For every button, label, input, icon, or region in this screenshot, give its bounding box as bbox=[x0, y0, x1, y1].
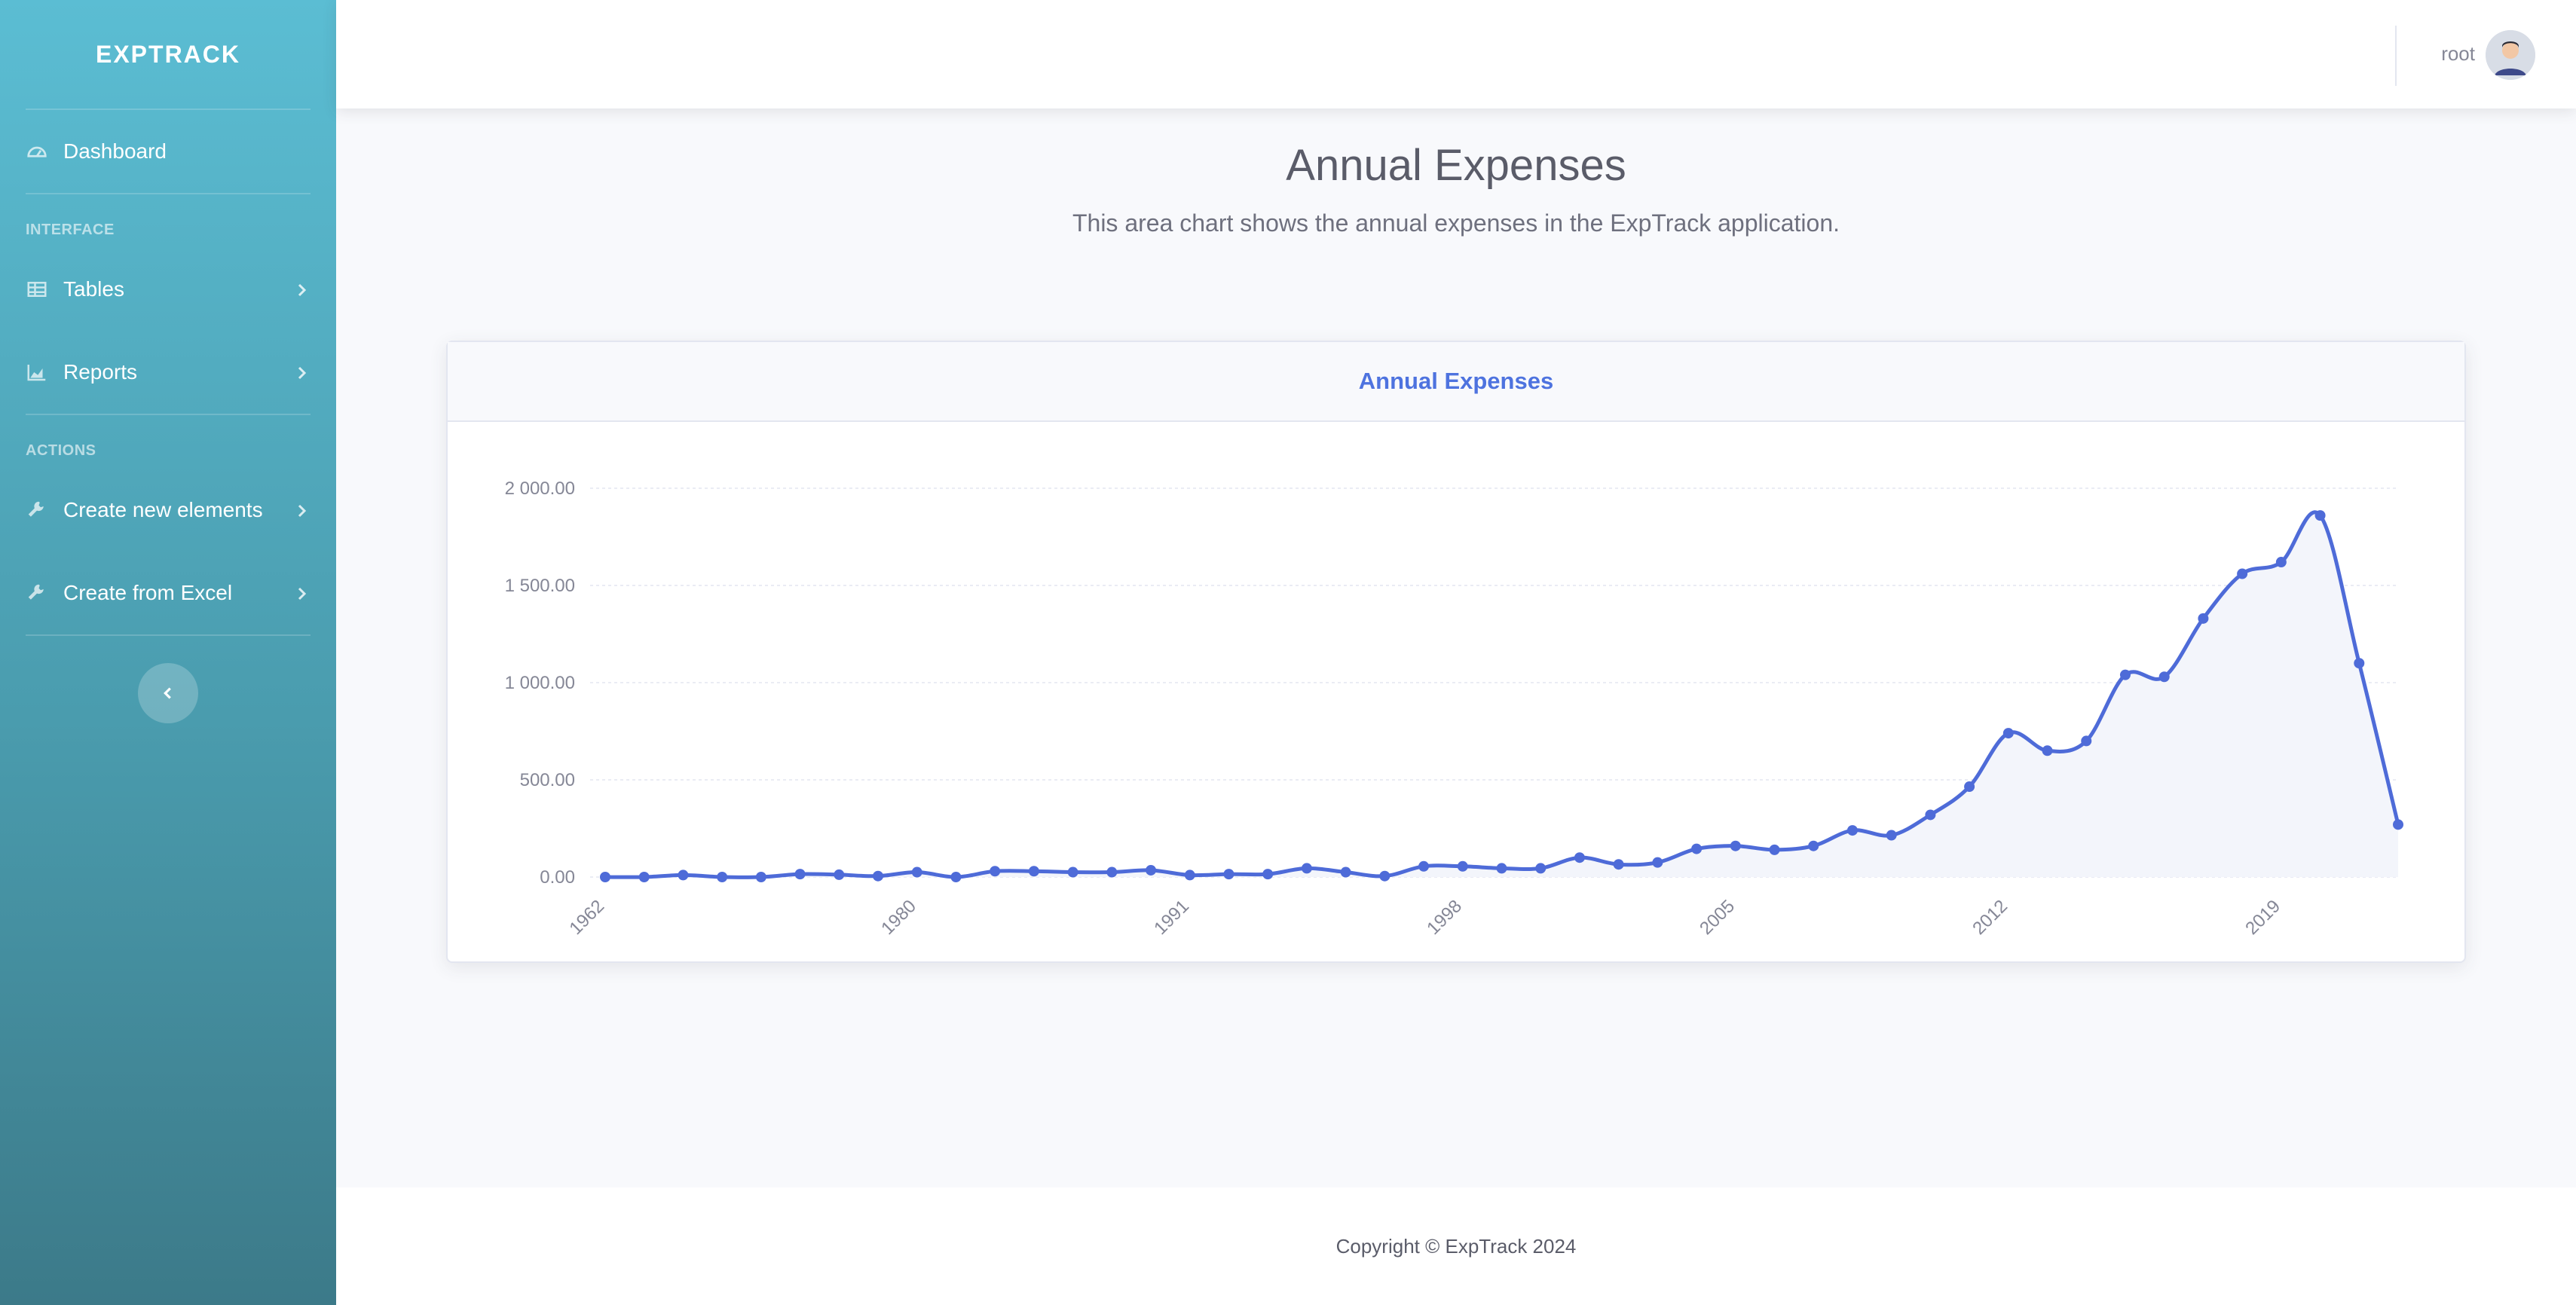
x-tick-label: 1980 bbox=[877, 896, 920, 939]
tachometer-icon bbox=[26, 140, 48, 163]
data-point[interactable] bbox=[1925, 809, 1936, 821]
data-point[interactable] bbox=[2042, 745, 2053, 756]
sidebar-item-label: Create new elements bbox=[63, 498, 263, 521]
data-point[interactable] bbox=[1418, 860, 1430, 872]
chevron-left-icon bbox=[164, 687, 171, 699]
sidebar-item-reports[interactable]: Reports bbox=[26, 331, 311, 414]
topbar: root bbox=[336, 0, 2576, 108]
area-chart: 0.00 500.00 1 000.00 1 500.00 2 000.00 1962 19… bbox=[505, 478, 2403, 939]
data-point[interactable] bbox=[1067, 866, 1078, 878]
data-point[interactable] bbox=[2158, 671, 2170, 683]
chevron-right-icon bbox=[292, 280, 311, 298]
data-point[interactable] bbox=[678, 869, 689, 881]
y-tick-label: 500.00 bbox=[520, 770, 575, 790]
data-point[interactable] bbox=[1301, 863, 1312, 874]
data-point[interactable] bbox=[2237, 568, 2248, 579]
user-name[interactable]: root bbox=[2441, 42, 2475, 66]
sidebar-item-dashboard[interactable]: Dashboard bbox=[26, 110, 311, 193]
data-point[interactable] bbox=[2275, 557, 2287, 568]
data-point[interactable] bbox=[755, 872, 766, 882]
sidebar-heading-interface: INTERFACE bbox=[26, 222, 115, 238]
y-tick-label: 0.00 bbox=[540, 867, 575, 888]
sidebar-item-tables[interactable]: Tables bbox=[26, 248, 311, 331]
data-point[interactable] bbox=[1574, 852, 1585, 863]
area-fill bbox=[605, 512, 2398, 878]
table-icon bbox=[26, 278, 48, 301]
chevron-right-icon bbox=[292, 363, 311, 381]
data-point[interactable] bbox=[1730, 840, 1741, 851]
data-point[interactable] bbox=[2081, 735, 2092, 747]
y-tick-label: 1 500.00 bbox=[505, 576, 575, 596]
data-point[interactable] bbox=[2314, 510, 2326, 521]
data-point[interactable] bbox=[990, 866, 1001, 877]
data-point[interactable] bbox=[1691, 843, 1703, 854]
data-point[interactable] bbox=[1028, 866, 1039, 877]
avatar[interactable] bbox=[2486, 30, 2535, 80]
x-tick-label: 1998 bbox=[1423, 896, 1466, 939]
sidebar: EXPTRACK Dashboard INTERFACE Tables Repo… bbox=[0, 0, 336, 1305]
data-point[interactable] bbox=[1808, 840, 1819, 851]
sidebar-item-label: Dashboard bbox=[63, 139, 167, 163]
data-point[interactable] bbox=[1652, 857, 1663, 868]
data-point[interactable] bbox=[1613, 859, 1624, 870]
topbar-divider bbox=[2395, 26, 2397, 86]
area-chart-icon bbox=[26, 361, 48, 384]
sidebar-item-label: Create from Excel bbox=[63, 581, 233, 604]
data-point[interactable] bbox=[600, 872, 610, 882]
chart-card: Annual Expenses 0.00 500.00 1 000.00 1 500.… bbox=[446, 341, 2466, 963]
data-point[interactable] bbox=[834, 869, 845, 880]
data-point[interactable] bbox=[1886, 830, 1897, 841]
x-tick-label: 2012 bbox=[1969, 896, 2012, 939]
y-tick-label: 1 000.00 bbox=[505, 673, 575, 693]
sidebar-item-create-new[interactable]: Create new elements bbox=[26, 469, 311, 552]
data-point[interactable] bbox=[717, 872, 728, 882]
wrench-icon bbox=[26, 499, 48, 521]
data-point[interactable] bbox=[638, 872, 650, 882]
data-point[interactable] bbox=[794, 869, 806, 880]
data-point[interactable] bbox=[1106, 866, 1118, 878]
copyright-text: Copyright © ExpTrack 2024 bbox=[1335, 1234, 1577, 1258]
data-point[interactable] bbox=[1496, 863, 1507, 874]
wrench-icon bbox=[26, 582, 48, 604]
data-point[interactable] bbox=[2393, 819, 2403, 830]
data-point[interactable] bbox=[1964, 781, 1975, 793]
data-point[interactable] bbox=[1457, 860, 1468, 872]
y-tick-label: 2 000.00 bbox=[505, 478, 575, 499]
brand-logo[interactable]: EXPTRACK bbox=[26, 0, 311, 108]
card-title: Annual Expenses bbox=[448, 342, 2464, 422]
data-point[interactable] bbox=[1535, 863, 1547, 874]
sidebar-toggle-button[interactable] bbox=[138, 663, 198, 723]
page-title: Annual Expenses bbox=[1286, 141, 1626, 190]
data-point[interactable] bbox=[1379, 870, 1390, 882]
data-point[interactable] bbox=[1340, 866, 1351, 878]
sidebar-toggle-wrap bbox=[26, 663, 311, 723]
footer: Copyright © ExpTrack 2024 bbox=[336, 1187, 2576, 1305]
data-point[interactable] bbox=[1223, 869, 1234, 880]
x-tick-label: 2019 bbox=[2241, 896, 2284, 939]
x-tick-label: 1991 bbox=[1150, 896, 1193, 939]
data-point[interactable] bbox=[2119, 669, 2131, 680]
data-point[interactable] bbox=[1846, 825, 1858, 836]
chevron-right-icon bbox=[292, 584, 311, 602]
data-point[interactable] bbox=[1146, 864, 1157, 876]
sidebar-heading-actions: ACTIONS bbox=[26, 442, 96, 459]
data-point[interactable] bbox=[911, 866, 922, 878]
data-point[interactable] bbox=[2002, 728, 2014, 739]
page-subtitle: This area chart shows the annual expense… bbox=[1072, 209, 1840, 237]
sidebar-item-create-from-excel[interactable]: Create from Excel bbox=[26, 552, 311, 634]
chevron-right-icon bbox=[292, 501, 311, 519]
data-point[interactable] bbox=[2198, 613, 2209, 624]
data-point[interactable] bbox=[950, 872, 962, 882]
data-point[interactable] bbox=[2354, 658, 2365, 669]
sidebar-divider bbox=[26, 634, 311, 636]
data-point[interactable] bbox=[873, 870, 884, 882]
data-point[interactable] bbox=[1262, 869, 1274, 880]
x-tick-label: 1962 bbox=[565, 896, 608, 939]
sidebar-item-label: Tables bbox=[63, 277, 124, 301]
data-point[interactable] bbox=[1184, 869, 1195, 881]
data-point[interactable] bbox=[1769, 844, 1780, 855]
sidebar-item-label: Reports bbox=[63, 360, 138, 384]
x-tick-label: 2005 bbox=[1696, 896, 1739, 939]
